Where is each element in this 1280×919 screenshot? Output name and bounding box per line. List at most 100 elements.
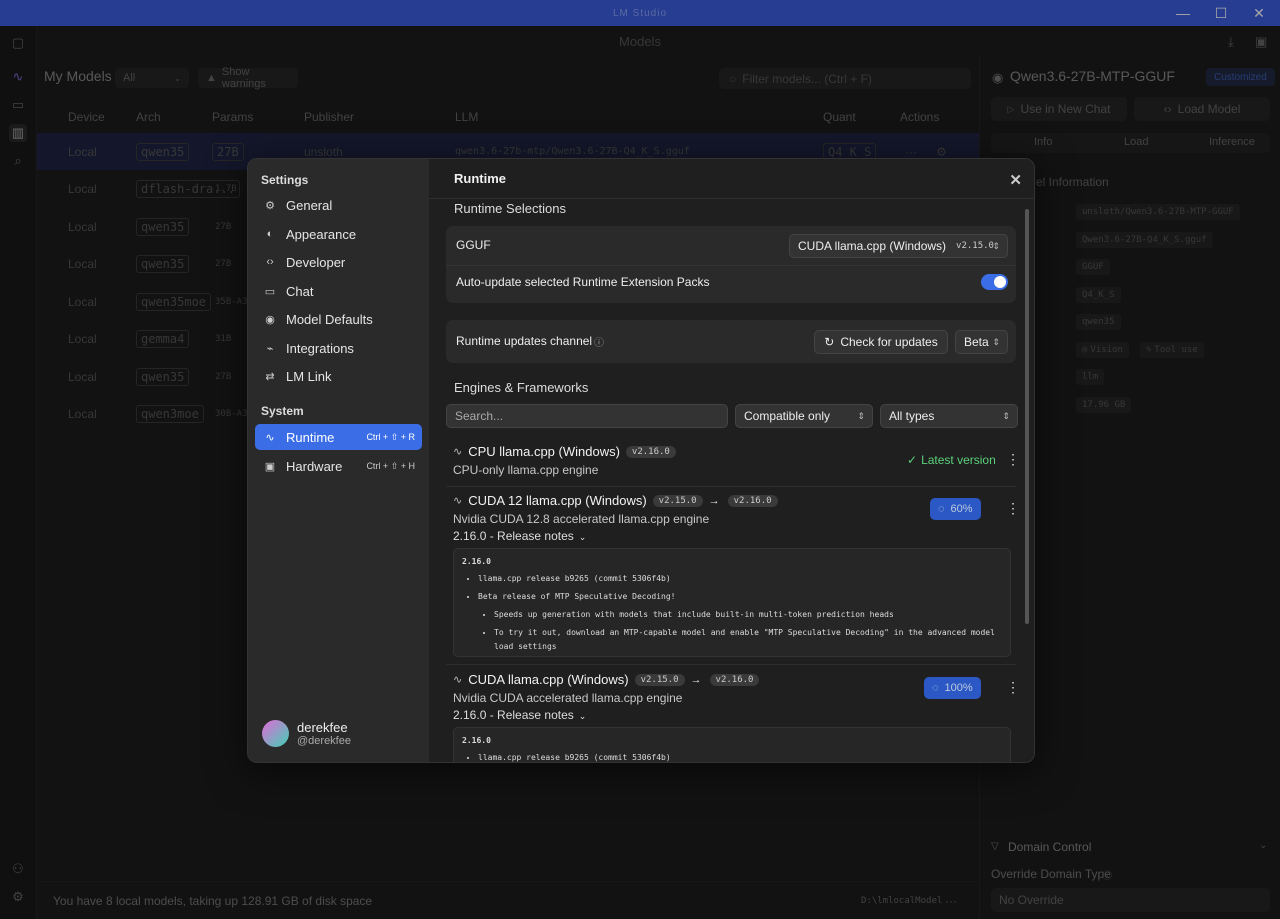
notes-item: Beta release of MTP Speculative Decoding…: [478, 590, 1002, 654]
chip-icon: ▣: [264, 460, 276, 473]
engine-name: CPU llama.cpp (Windows): [468, 444, 620, 459]
plug-icon: ⌁: [266, 342, 274, 355]
runtime-content: Runtime ✕ Runtime Selections GGUF CUDA l…: [429, 159, 1034, 762]
channel-label: Runtime updates channel: [456, 334, 593, 348]
divider: [446, 664, 1016, 665]
sidebar-item-label: Developer: [286, 254, 346, 270]
check-updates-label: Check for updates: [840, 335, 938, 349]
chevron-down-icon: ⌄: [578, 711, 587, 721]
gguf-runtime-value: CUDA llama.cpp (Windows): [798, 239, 947, 253]
sidebar-item-appearance[interactable]: ◐ Appearance: [255, 221, 422, 247]
engine-name: CUDA 12 llama.cpp (Windows): [468, 493, 647, 508]
updates-channel-card: Runtime updates channel ⓘ ↻ Check for upd…: [446, 320, 1016, 363]
user-profile[interactable]: derekfee @derekfee: [262, 720, 351, 747]
gguf-label: GGUF: [456, 238, 491, 252]
engine-name-row: ∿ CPU llama.cpp (Windows) v2.16.0: [453, 444, 676, 459]
compatible-filter-select[interactable]: Compatible only ⇕: [735, 404, 873, 428]
type-filter-select[interactable]: All types ⇕: [880, 404, 1018, 428]
arrow-icon: →: [690, 673, 702, 686]
check-updates-button[interactable]: ↻ Check for updates: [814, 330, 948, 354]
sidebar-item-label: General: [286, 197, 333, 213]
avatar: [262, 720, 289, 747]
runtime-title: Runtime: [454, 171, 506, 186]
engine-name-row: ∿ CUDA 12 llama.cpp (Windows) v2.15.0 → …: [453, 493, 778, 508]
auto-update-toggle[interactable]: [981, 274, 1008, 290]
refresh-icon: ↻: [824, 335, 835, 349]
updown-icon: ⇕: [992, 240, 1000, 251]
engine-version: v2.16.0: [625, 445, 676, 458]
engine-desc: Nvidia CUDA accelerated llama.cpp engine: [453, 691, 683, 705]
palette-icon: ◐: [266, 228, 274, 240]
engine-search-input[interactable]: Search...: [446, 404, 728, 428]
engines-title: Engines & Frameworks: [454, 380, 589, 395]
engine-menu-icon[interactable]: ⋮: [1006, 451, 1020, 468]
code-icon: ‹›: [266, 256, 274, 268]
engine-item: ∿ CUDA llama.cpp (Windows) v2.15.0 → v2.…: [446, 671, 1020, 762]
engine-name: CUDA llama.cpp (Windows): [468, 672, 629, 687]
engine-version-to: v2.16.0: [727, 494, 778, 507]
user-name: derekfee: [297, 720, 348, 735]
runtime-header: Runtime ✕: [429, 159, 1034, 199]
close-icon[interactable]: ✕: [1009, 171, 1022, 189]
pulse-icon: ∿: [453, 495, 463, 507]
engine-version-to: v2.16.0: [709, 673, 760, 686]
engine-menu-icon[interactable]: ⋮: [1006, 679, 1020, 696]
chat-icon: ▭: [264, 285, 276, 298]
help-icon[interactable]: ⓘ: [594, 334, 604, 349]
divider: [446, 265, 1016, 266]
engine-name-row: ∿ CUDA llama.cpp (Windows) v2.15.0 → v2.…: [453, 672, 760, 687]
compat-filter-value: Compatible only: [744, 409, 831, 423]
latest-version-label: Latest version: [921, 453, 996, 467]
sidebar-item-lm-link[interactable]: ⇄ LM Link: [255, 363, 422, 389]
user-handle: @derekfee: [297, 735, 351, 747]
sidebar-item-general[interactable]: ⚙ General: [255, 192, 422, 218]
release-notes: 2.16.0 llama.cpp release b9265 (commit 5…: [453, 727, 1011, 762]
download-progress: ◌ 100%: [924, 677, 981, 699]
sidebar-item-hardware[interactable]: ▣ Hardware Ctrl + ⇧ + H: [255, 453, 422, 479]
arrow-icon: →: [708, 494, 720, 507]
sidebar-item-label: Integrations: [286, 340, 354, 356]
notes-item: llama.cpp release b9265 (commit 5306f4b): [478, 751, 1002, 762]
chevron-down-icon: ⌄: [578, 532, 587, 542]
settings-sidebar: Settings ⚙ General ◐ Appearance ‹› Develope…: [248, 159, 429, 762]
pulse-icon: ∿: [453, 674, 463, 686]
engine-version-from: v2.15.0: [634, 673, 685, 686]
engine-menu-icon[interactable]: ⋮: [1006, 500, 1020, 517]
engine-version-from: v2.15.0: [652, 494, 703, 507]
type-filter-value: All types: [889, 409, 935, 423]
sidebar-item-chat[interactable]: ▭ Chat: [255, 278, 422, 304]
sidebar-item-developer[interactable]: ‹› Developer: [255, 249, 422, 275]
sidebar-item-label: Model Defaults: [286, 311, 373, 327]
notes-version: 2.16.0: [462, 736, 491, 745]
updown-icon: ⇕: [992, 336, 1000, 347]
search-placeholder: Search...: [455, 409, 504, 423]
gear-icon: ⚙: [265, 199, 275, 212]
sidebar-item-integrations[interactable]: ⌁ Integrations: [255, 335, 422, 361]
hardware-shortcut: Ctrl + ⇧ + H: [366, 460, 415, 471]
release-notes-label: 2.16.0 - Release notes: [453, 708, 574, 722]
release-notes-toggle[interactable]: 2.16.0 - Release notes ⌄: [453, 529, 586, 543]
settings-section-title: Settings: [261, 173, 309, 187]
content-scrollbar[interactable]: [1025, 209, 1029, 624]
release-notes-toggle[interactable]: 2.16.0 - Release notes ⌄: [453, 708, 586, 722]
notes-subitem: To try it out, download an MTP-capable m…: [494, 626, 1002, 654]
sidebar-item-model-defaults[interactable]: ◉ Model Defaults: [255, 306, 422, 332]
notes-version: 2.16.0: [462, 557, 491, 566]
spinner-icon: ◌: [938, 503, 945, 515]
channel-select[interactable]: Beta ⇕: [955, 330, 1008, 354]
channel-value: Beta: [964, 335, 989, 349]
engine-desc: CPU-only llama.cpp engine: [453, 463, 599, 477]
sidebar-item-runtime[interactable]: ∿ Runtime Ctrl + ⇧ + R: [255, 424, 422, 450]
gguf-runtime-select[interactable]: CUDA llama.cpp (Windows) v2.15.0 ⇕: [789, 234, 1008, 258]
runtime-shortcut: Ctrl + ⇧ + R: [366, 431, 415, 442]
spinner-icon: ◌: [932, 682, 939, 694]
engine-item: ∿ CPU llama.cpp (Windows) v2.16.0 CPU-on…: [446, 443, 1020, 485]
progress-value: 100%: [944, 682, 973, 694]
link-icon: ⇄: [265, 370, 275, 383]
pulse-icon: ∿: [265, 431, 275, 444]
release-notes-label: 2.16.0 - Release notes: [453, 529, 574, 543]
runtime-selections-title: Runtime Selections: [454, 201, 566, 216]
sidebar-item-label: Chat: [286, 283, 314, 299]
auto-update-label: Auto-update selected Runtime Extension P…: [456, 275, 710, 289]
sidebar-item-label: Appearance: [286, 226, 357, 242]
